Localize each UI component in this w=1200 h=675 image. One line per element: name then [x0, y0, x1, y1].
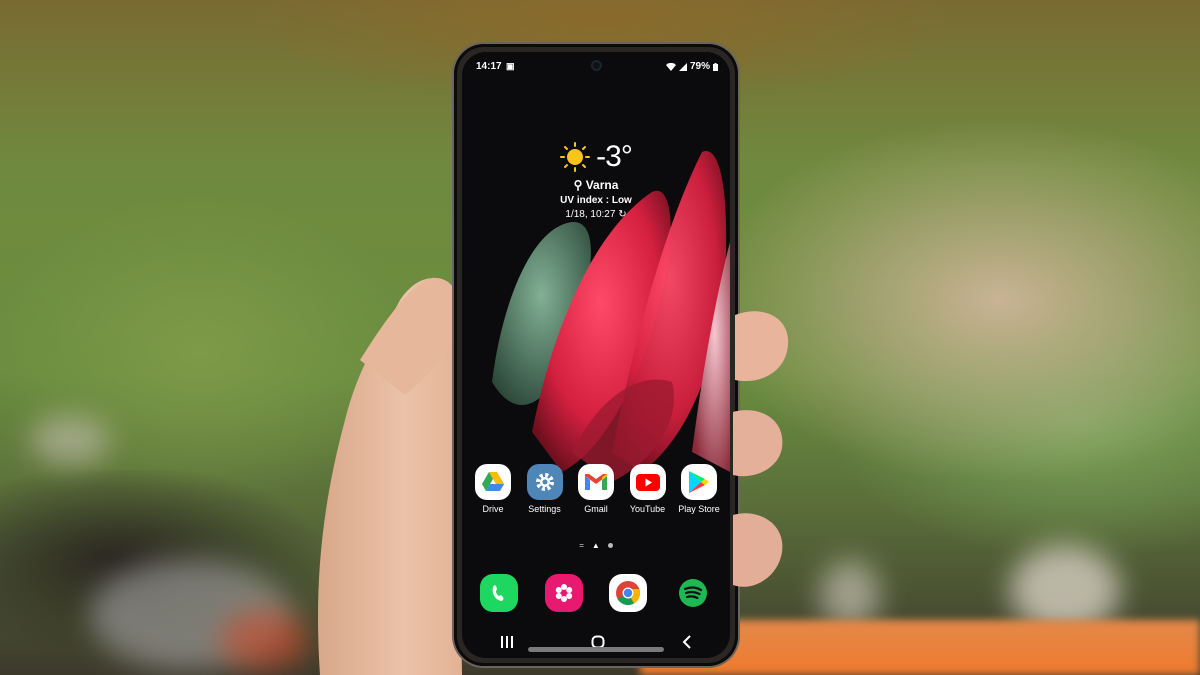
update-row: 1/18, 10:27 ↻ — [462, 209, 730, 220]
bokeh-light — [220, 610, 310, 670]
page-indicator[interactable]: = ▲ — [462, 541, 730, 550]
app-label: Play Store — [678, 504, 720, 514]
location-name: Varna — [585, 178, 619, 192]
app-drive[interactable]: Drive — [468, 464, 518, 514]
app-label: YouTube — [629, 504, 666, 514]
updated-time: 1/18, 10:27 — [565, 209, 616, 220]
app-row: Drive Settings Gmail YouTube Play Store — [468, 464, 724, 514]
temperature: -3° — [596, 140, 633, 173]
app-settings[interactable]: Settings — [520, 464, 570, 514]
gesture-handle[interactable] — [528, 647, 664, 652]
app-label: Gmail — [584, 504, 608, 514]
signal-icon — [678, 62, 687, 71]
smartphone: 14:17 ▣ 79% -3° ⚲ Varna UV index: Low 1… — [454, 44, 738, 666]
page-list-icon[interactable]: = — [579, 541, 584, 550]
back-icon[interactable] — [682, 635, 692, 649]
gear-icon — [526, 464, 563, 500]
flower-icon[interactable] — [544, 574, 583, 612]
location-pin-icon: ⚲ — [573, 178, 583, 192]
status-indicators: 79% — [665, 61, 718, 72]
play-store-icon — [681, 464, 717, 500]
youtube-icon — [629, 464, 666, 500]
sun-icon — [560, 142, 591, 172]
chrome-icon[interactable] — [609, 574, 648, 612]
app-gmail[interactable]: Gmail — [571, 464, 621, 514]
dock — [480, 574, 712, 612]
gmail-icon — [578, 464, 614, 500]
app-youtube[interactable]: YouTube — [623, 464, 673, 514]
weather-widget[interactable]: -3° ⚲ Varna UV index : Low 1/18, 10:27 ↻ — [462, 140, 730, 220]
phone-icon[interactable] — [480, 574, 518, 612]
recents-icon[interactable] — [500, 636, 514, 648]
status-bar: 14:17 ▣ 79% — [462, 58, 730, 74]
status-time: 14:17 — [476, 61, 502, 72]
refresh-icon[interactable]: ↻ — [618, 209, 626, 220]
front-camera — [591, 60, 602, 71]
google-drive-icon — [475, 464, 511, 500]
wifi-icon — [665, 62, 676, 71]
gallery-icon: ▣ — [506, 61, 515, 71]
uv-index: UV index : Low — [560, 195, 632, 206]
app-play-store[interactable]: Play Store — [674, 464, 724, 514]
bokeh-light — [30, 415, 110, 465]
home-screen: 14:17 ▣ 79% -3° ⚲ Varna UV index: Low 1… — [462, 52, 730, 658]
home-page-dot[interactable]: ▲ — [592, 541, 600, 550]
spotify-icon[interactable] — [674, 574, 712, 612]
location-row: ⚲ Varna — [462, 178, 730, 192]
app-label: Drive — [482, 504, 504, 514]
page-dot[interactable] — [607, 543, 613, 548]
battery-percent: 79% — [689, 61, 710, 72]
battery-icon — [713, 62, 718, 71]
app-label: Settings — [528, 504, 561, 514]
